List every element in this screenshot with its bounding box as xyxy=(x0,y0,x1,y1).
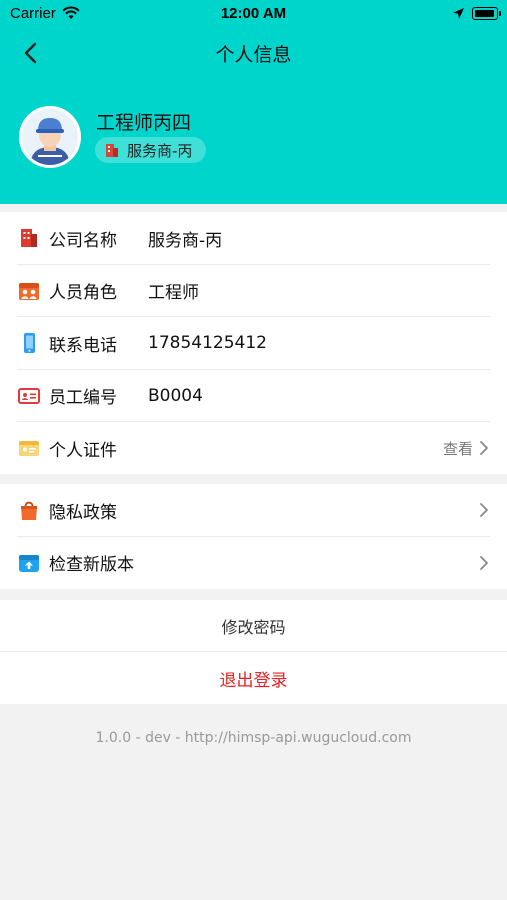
row-certificate[interactable]: 个人证件 查看 xyxy=(0,422,507,475)
actions-card: 修改密码 退出登录 xyxy=(0,600,507,704)
row-value: B0004 xyxy=(148,385,203,406)
page-title: 个人信息 xyxy=(215,44,292,66)
chevron-right-icon xyxy=(480,441,488,456)
update-icon xyxy=(19,554,39,572)
certificate-icon xyxy=(19,441,39,457)
row-label: 人员角色 xyxy=(49,283,117,304)
row-phone: 联系电话 17854125412 xyxy=(0,317,507,370)
status-bar: Carrier 12:00 AM xyxy=(0,0,507,28)
row-company: 公司名称 服务商-丙 xyxy=(0,212,507,265)
settings-card: 隐私政策 检查新版本 xyxy=(0,484,507,589)
row-label: 个人证件 xyxy=(49,440,117,461)
view-label: 查看 xyxy=(442,439,473,458)
logout-button[interactable]: 退出登录 xyxy=(0,652,507,704)
row-label: 公司名称 xyxy=(49,230,117,251)
row-value: 工程师 xyxy=(148,283,199,304)
building-icon xyxy=(21,229,37,248)
header: Carrier 12:00 AM 个人信息 工程师丙四 服务商-丙 xyxy=(0,0,507,204)
row-arrow xyxy=(479,502,489,518)
chevron-right-icon xyxy=(480,555,488,570)
row-privacy-policy[interactable]: 隐私政策 xyxy=(0,484,507,537)
row-employee-id: 员工编号 B0004 xyxy=(0,370,507,422)
row-label: 联系电话 xyxy=(49,335,117,356)
row-value: 17854125412 xyxy=(148,333,267,354)
chevron-right-icon xyxy=(480,503,488,518)
row-label: 员工编号 xyxy=(49,388,117,409)
view-link[interactable]: 查看 xyxy=(443,438,489,459)
building-icon xyxy=(106,143,118,157)
user-name: 工程师丙四 xyxy=(96,112,192,134)
clock: 12:00 AM xyxy=(220,5,287,22)
avatar[interactable] xyxy=(19,106,81,168)
team-icon xyxy=(19,282,39,300)
battery-icon xyxy=(472,7,501,20)
row-label: 隐私政策 xyxy=(49,502,117,523)
location-arrow-icon xyxy=(453,8,464,19)
row-arrow xyxy=(479,555,489,571)
row-label: 检查新版本 xyxy=(49,555,134,576)
engineer-avatar-icon xyxy=(22,109,78,165)
info-card: 公司名称 服务商-丙 人员角色 工程师 联系电话 17854125412 员工编… xyxy=(0,212,507,474)
row-role: 人员角色 工程师 xyxy=(0,265,507,317)
change-password-button[interactable]: 修改密码 xyxy=(0,600,507,652)
phone-icon xyxy=(24,333,35,354)
row-value: 服务商-丙 xyxy=(148,230,223,251)
id-card-icon xyxy=(18,387,40,404)
row-check-update[interactable]: 检查新版本 xyxy=(0,537,507,590)
version-text: 1.0.0 - dev - http://himsp-api.wugucloud… xyxy=(95,730,412,746)
privacy-bag-icon xyxy=(21,501,37,521)
company-badge: 服务商-丙 xyxy=(95,137,207,163)
company-badge-label: 服务商-丙 xyxy=(127,141,193,160)
